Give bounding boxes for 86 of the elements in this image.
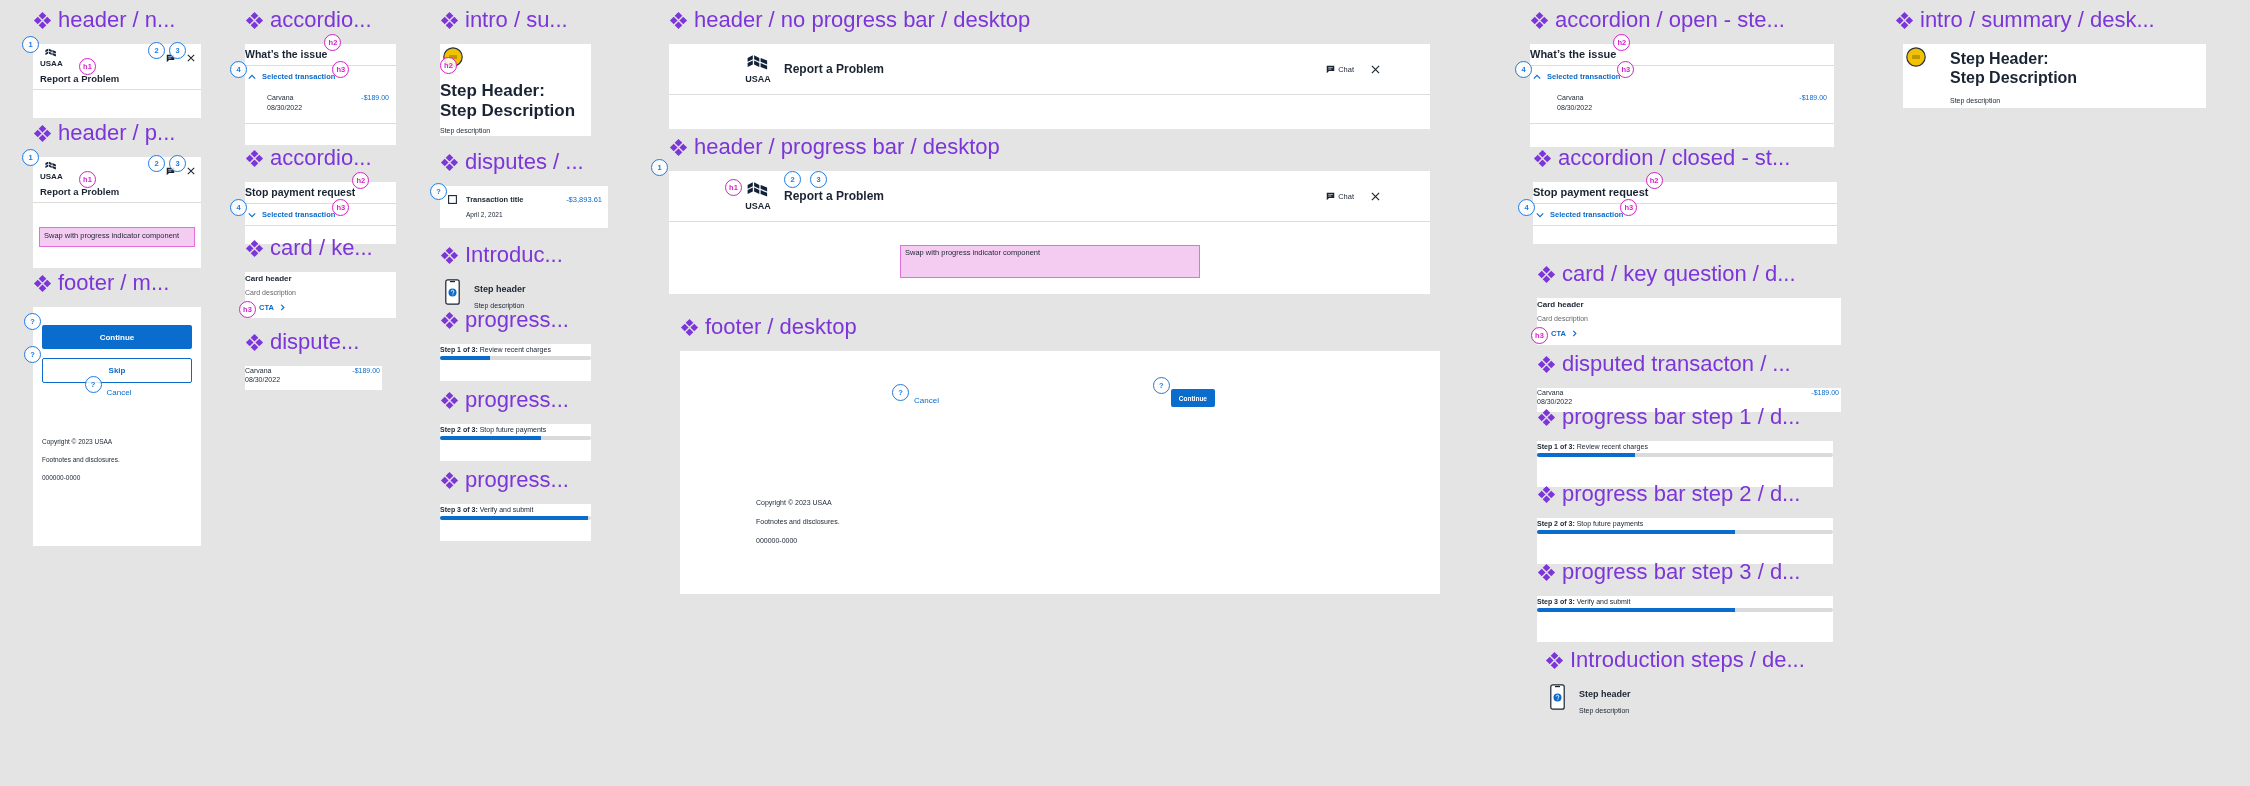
accordion-title: What’s the issue <box>245 48 328 60</box>
component-icon <box>669 137 688 157</box>
component-name: footer / m... <box>58 270 170 296</box>
component-name: dispute... <box>270 329 360 355</box>
component-icon <box>245 332 264 352</box>
cancel-link[interactable]: Cancel <box>102 388 132 397</box>
component-name: header / progress bar / desktop <box>694 134 1000 160</box>
skip-button[interactable]: Skip <box>42 358 192 383</box>
component-name: Introduction steps / de... <box>1570 647 1805 673</box>
component-icon <box>245 238 264 258</box>
chat-icon <box>1326 64 1336 74</box>
component-icon <box>680 317 699 337</box>
component-icon <box>1537 264 1556 284</box>
component-name: progress bar step 3 / d... <box>1562 559 1801 585</box>
brand-logo: USAA <box>40 48 63 68</box>
component-icon <box>1537 407 1556 427</box>
component-icon <box>440 390 459 410</box>
component-name: accordion / closed - st... <box>1558 145 1791 171</box>
page-title: Report a Problem <box>40 73 120 84</box>
component-name: card / key question / d... <box>1562 261 1796 287</box>
component-icon <box>440 310 459 330</box>
component-name: header / p... <box>58 120 176 146</box>
page-title: Report a Problem <box>784 189 885 203</box>
card-header: Card header <box>245 274 293 283</box>
component-icon <box>1530 10 1549 30</box>
component-name: footer / desktop <box>705 314 857 340</box>
component-name: intro / summary / desk... <box>1920 7 2155 33</box>
component-icon <box>33 273 52 293</box>
component-name: progress... <box>465 387 569 413</box>
phone-icon <box>1550 684 1565 710</box>
brand-logo: USAA <box>745 181 771 211</box>
component-name: intro / su... <box>465 7 568 33</box>
step-heading: Step Header: Step Description <box>440 81 576 122</box>
component-icon <box>1537 354 1556 374</box>
component-name: Introduc... <box>465 242 563 268</box>
chevron-right-icon <box>1571 330 1578 337</box>
component-icon <box>1533 148 1552 168</box>
accordion-title: What’s the issue <box>1530 48 1617 60</box>
step-header: Step header <box>474 284 526 294</box>
close-icon[interactable] <box>1371 64 1380 74</box>
close-icon[interactable] <box>187 167 195 175</box>
card-header: Card header <box>1537 300 1585 309</box>
close-icon[interactable] <box>187 54 195 62</box>
component-name: accordion / open - ste... <box>1555 7 1785 33</box>
component-name: card / ke... <box>270 235 373 261</box>
brand-logo: USAA <box>40 161 63 181</box>
component-name: header / no progress bar / desktop <box>694 7 1031 33</box>
step-heading: Step Header: Step Description <box>1950 49 2078 88</box>
component-name: disputes / ... <box>465 149 584 175</box>
page-title: Report a Problem <box>40 186 120 197</box>
component-name: progress bar step 1 / d... <box>1562 404 1801 430</box>
component-icon <box>245 10 264 30</box>
chevron-up-icon[interactable] <box>248 72 256 81</box>
component-icon <box>1537 484 1556 504</box>
component-icon <box>440 152 459 172</box>
component-icon <box>669 10 688 30</box>
brand-logo: USAA <box>745 54 771 84</box>
emblem-icon <box>1906 47 1926 67</box>
chevron-right-icon <box>279 304 286 311</box>
component-icon <box>245 148 264 168</box>
step-header: Step header <box>1579 689 1631 699</box>
chevron-down-icon[interactable] <box>1536 210 1544 219</box>
phone-icon <box>445 279 460 305</box>
page-title: Report a Problem <box>784 62 885 76</box>
component-icon <box>440 245 459 265</box>
component-name: header / n... <box>58 7 176 33</box>
chevron-down-icon[interactable] <box>248 210 256 219</box>
component-name: accordio... <box>270 7 372 33</box>
close-icon[interactable] <box>1371 191 1380 201</box>
chevron-up-icon[interactable] <box>1533 72 1541 81</box>
cancel-link[interactable]: Cancel <box>910 395 939 405</box>
component-name: progress bar step 2 / d... <box>1562 481 1801 507</box>
accordion-title: Stop payment request <box>1533 186 1649 198</box>
component-name: disputed transacton / ... <box>1562 351 1791 377</box>
component-icon <box>440 470 459 490</box>
chat-icon <box>1326 191 1336 201</box>
accordion-title: Stop payment request <box>245 186 356 198</box>
component-icon <box>1895 10 1914 30</box>
component-icon <box>1537 562 1556 582</box>
component-icon <box>33 10 52 30</box>
continue-button[interactable]: Continue <box>42 325 192 349</box>
component-icon <box>1545 650 1564 670</box>
component-name: progress... <box>465 467 569 493</box>
component-icon <box>440 10 459 30</box>
component-icon <box>33 123 52 143</box>
component-name: accordio... <box>270 145 372 171</box>
